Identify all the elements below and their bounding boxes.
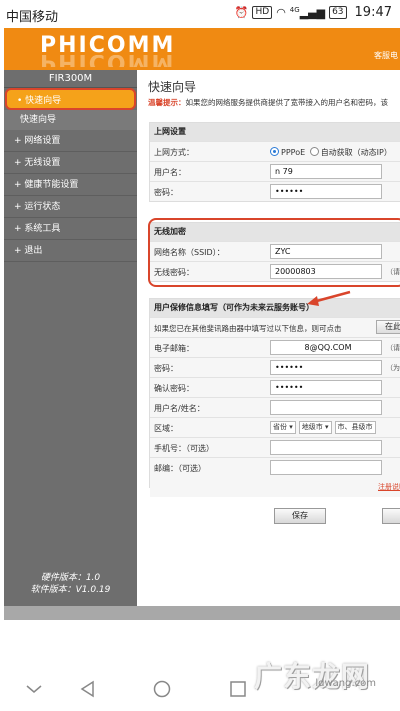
clock: 19:47 (354, 5, 392, 20)
phone-input[interactable] (270, 440, 382, 455)
sidebar-item-system-tools[interactable]: + 系统工具 (4, 218, 137, 240)
account-password-row: 密码： •••••• （为 (150, 357, 400, 377)
hd-icon: HD (252, 6, 273, 19)
sidebar-item-energy[interactable]: + 健康节能设置 (4, 174, 137, 196)
city-select[interactable]: 地级市 ▾ (298, 421, 332, 434)
pppoe-radio[interactable] (270, 147, 279, 156)
name-row: 用户名/姓名： (150, 397, 400, 417)
account-section: 用户保修信息填写（可作为未来云服务账号） 如果您已在其他斐讯路由器中填写过以下信… (149, 298, 400, 497)
tip-text: 温馨提示：如果您的网络服务提供商提供了宽带接入的用户名和密码，该 (148, 97, 388, 108)
register-link-row: 注册说明 (150, 477, 400, 497)
alarm-icon: ⏰ (234, 6, 249, 19)
wan-username-label: 用户名： (154, 168, 186, 177)
wireless-encryption-section: 无线加密 网络名称（SSID）： ZYC 无线密码： 20000803 （请 (149, 222, 400, 282)
support-link[interactable]: 客服电 (374, 50, 398, 61)
here-button[interactable]: 在此 (376, 320, 400, 334)
battery-icon: 63 (329, 6, 347, 19)
sidebar-subitem-quick-wizard[interactable]: 快速向导 (4, 110, 137, 130)
county-select[interactable]: 市、县级市 (334, 421, 376, 434)
secondary-button[interactable] (382, 508, 400, 524)
wifi-icon: ◠ (276, 6, 286, 19)
wan-section-title: 上网设置 (150, 123, 400, 141)
postcode-label: 邮编：（可选） (154, 464, 206, 473)
wan-type-options: PPPoE 自动获取（动态IP） (270, 147, 392, 158)
sidebar-item-logout[interactable]: + 退出 (4, 240, 137, 262)
wan-type-row: 上网方式： PPPoE 自动获取（动态IP） (150, 141, 400, 161)
account-password-hint: （为 (386, 364, 400, 372)
version-info: 硬件版本：1.0 软件版本：V1.0.19 (4, 572, 137, 596)
tip-label: 温馨提示： (148, 98, 186, 107)
sidebar-item-quick-wizard[interactable]: • 快速向导 (5, 88, 136, 110)
account-password-input[interactable]: •••••• (270, 360, 382, 375)
account-password-label: 密码： (154, 364, 178, 373)
name-input[interactable] (270, 400, 382, 415)
province-select[interactable]: 省份 ▾ (270, 421, 296, 434)
confirm-password-row: 确认密码： •••••• (150, 377, 400, 397)
wan-settings-section: 上网设置 上网方式： PPPoE 自动获取（动态IP） 用户名： n 79 密码… (149, 122, 400, 202)
dhcp-radio[interactable] (309, 147, 319, 156)
ssid-label: 网络名称（SSID）： (154, 248, 225, 257)
signal-icon: 4G▂▄▆ (289, 5, 326, 20)
hardware-version: 硬件版本：1.0 (40, 573, 101, 583)
model-name: FIR300M (4, 70, 137, 88)
back-chevron-icon[interactable] (24, 679, 44, 699)
wan-type-label: 上网方式： (154, 148, 194, 157)
ssid-input[interactable]: ZYC (270, 244, 382, 259)
sidebar-item-wireless[interactable]: + 无线设置 (4, 152, 137, 174)
software-version: 软件版本：V1.0.19 (30, 585, 111, 595)
confirm-password-input[interactable]: •••••• (270, 380, 382, 395)
wan-password-label: 密码： (154, 188, 178, 197)
header-banner: PHICOMM PHICOMM 客服电 (4, 28, 400, 70)
pppoe-label: PPPoE (281, 148, 306, 157)
region-selects: 省份 ▾ 地级市 ▾ 市、县级市 (270, 421, 379, 434)
page-title: 快速向导 (148, 80, 197, 94)
ssid-row: 网络名称（SSID）： ZYC (150, 241, 400, 261)
back-triangle-icon[interactable] (78, 679, 98, 699)
region-row: 区域： 省份 ▾ 地级市 ▾ 市、县级市 (150, 417, 400, 437)
wan-username-input[interactable]: n 79 (270, 164, 382, 179)
wifi-key-input[interactable]: 20000803 (270, 264, 382, 279)
page-footer-bar (4, 606, 400, 620)
email-label: 电子邮箱： (154, 344, 194, 353)
email-input[interactable]: 8@QQ.COM (270, 340, 382, 355)
logo-reflection: PHICOMM (40, 55, 175, 67)
recents-square-icon[interactable] (228, 679, 248, 699)
wan-password-row: 密码： •••••• (150, 181, 400, 201)
main-content: 快速向导 温馨提示：如果您的网络服务提供商提供了宽带接入的用户名和密码，该 上网… (137, 70, 400, 606)
name-label: 用户名/姓名： (154, 404, 205, 413)
save-button[interactable]: 保存 (274, 508, 326, 524)
wifi-key-row: 无线密码： 20000803 （请 (150, 261, 400, 281)
phone-row: 手机号：（可选） (150, 437, 400, 457)
region-label: 区域： (154, 424, 178, 433)
status-icons: ⏰ HD ◠ 4G▂▄▆ 63 19:47 (235, 5, 392, 20)
carrier-name: 中国移动 (6, 10, 59, 25)
tip-body: 如果您的网络服务提供商提供了宽带接入的用户名和密码，该 (185, 98, 389, 107)
status-bar: 中国移动 ⏰ HD ◠ 4G▂▄▆ 63 19:47 (0, 0, 400, 28)
wan-username-row: 用户名： n 79 (150, 161, 400, 181)
account-notice: 如果您已在其他斐讯路由器中填写过以下信息，则可点击 (154, 324, 342, 333)
email-row: 电子邮箱： 8@QQ.COM （请 (150, 337, 400, 357)
sidebar-item-status[interactable]: + 运行状态 (4, 196, 137, 218)
postcode-input[interactable] (270, 460, 382, 475)
wifi-key-hint: （请 (386, 268, 400, 276)
watermark-url: ldwang.com (315, 678, 376, 689)
phone-label: 手机号：（可选） (154, 444, 214, 453)
postcode-row: 邮编：（可选） (150, 457, 400, 477)
account-notice-row: 如果您已在其他斐讯路由器中填写过以下信息，则可点击 在此 (150, 317, 400, 337)
confirm-password-label: 确认密码： (154, 384, 194, 393)
email-hint: （请 (386, 344, 400, 352)
register-info-link[interactable]: 注册说明 (378, 482, 400, 492)
sidebar: FIR300M • 快速向导 快速向导 + 网络设置 + 无线设置 + 健康节能… (4, 70, 137, 606)
wifi-section-title: 无线加密 (150, 223, 400, 241)
watermark-text: 广东龙网 (253, 660, 370, 693)
wifi-key-label: 无线密码： (154, 268, 194, 277)
wan-password-input[interactable]: •••••• (270, 184, 382, 199)
home-circle-icon[interactable] (152, 679, 172, 699)
sidebar-item-network[interactable]: + 网络设置 (4, 130, 137, 152)
account-section-title: 用户保修信息填写（可作为未来云服务账号） (150, 299, 400, 317)
dhcp-label: 自动获取（动态IP） (320, 148, 392, 157)
